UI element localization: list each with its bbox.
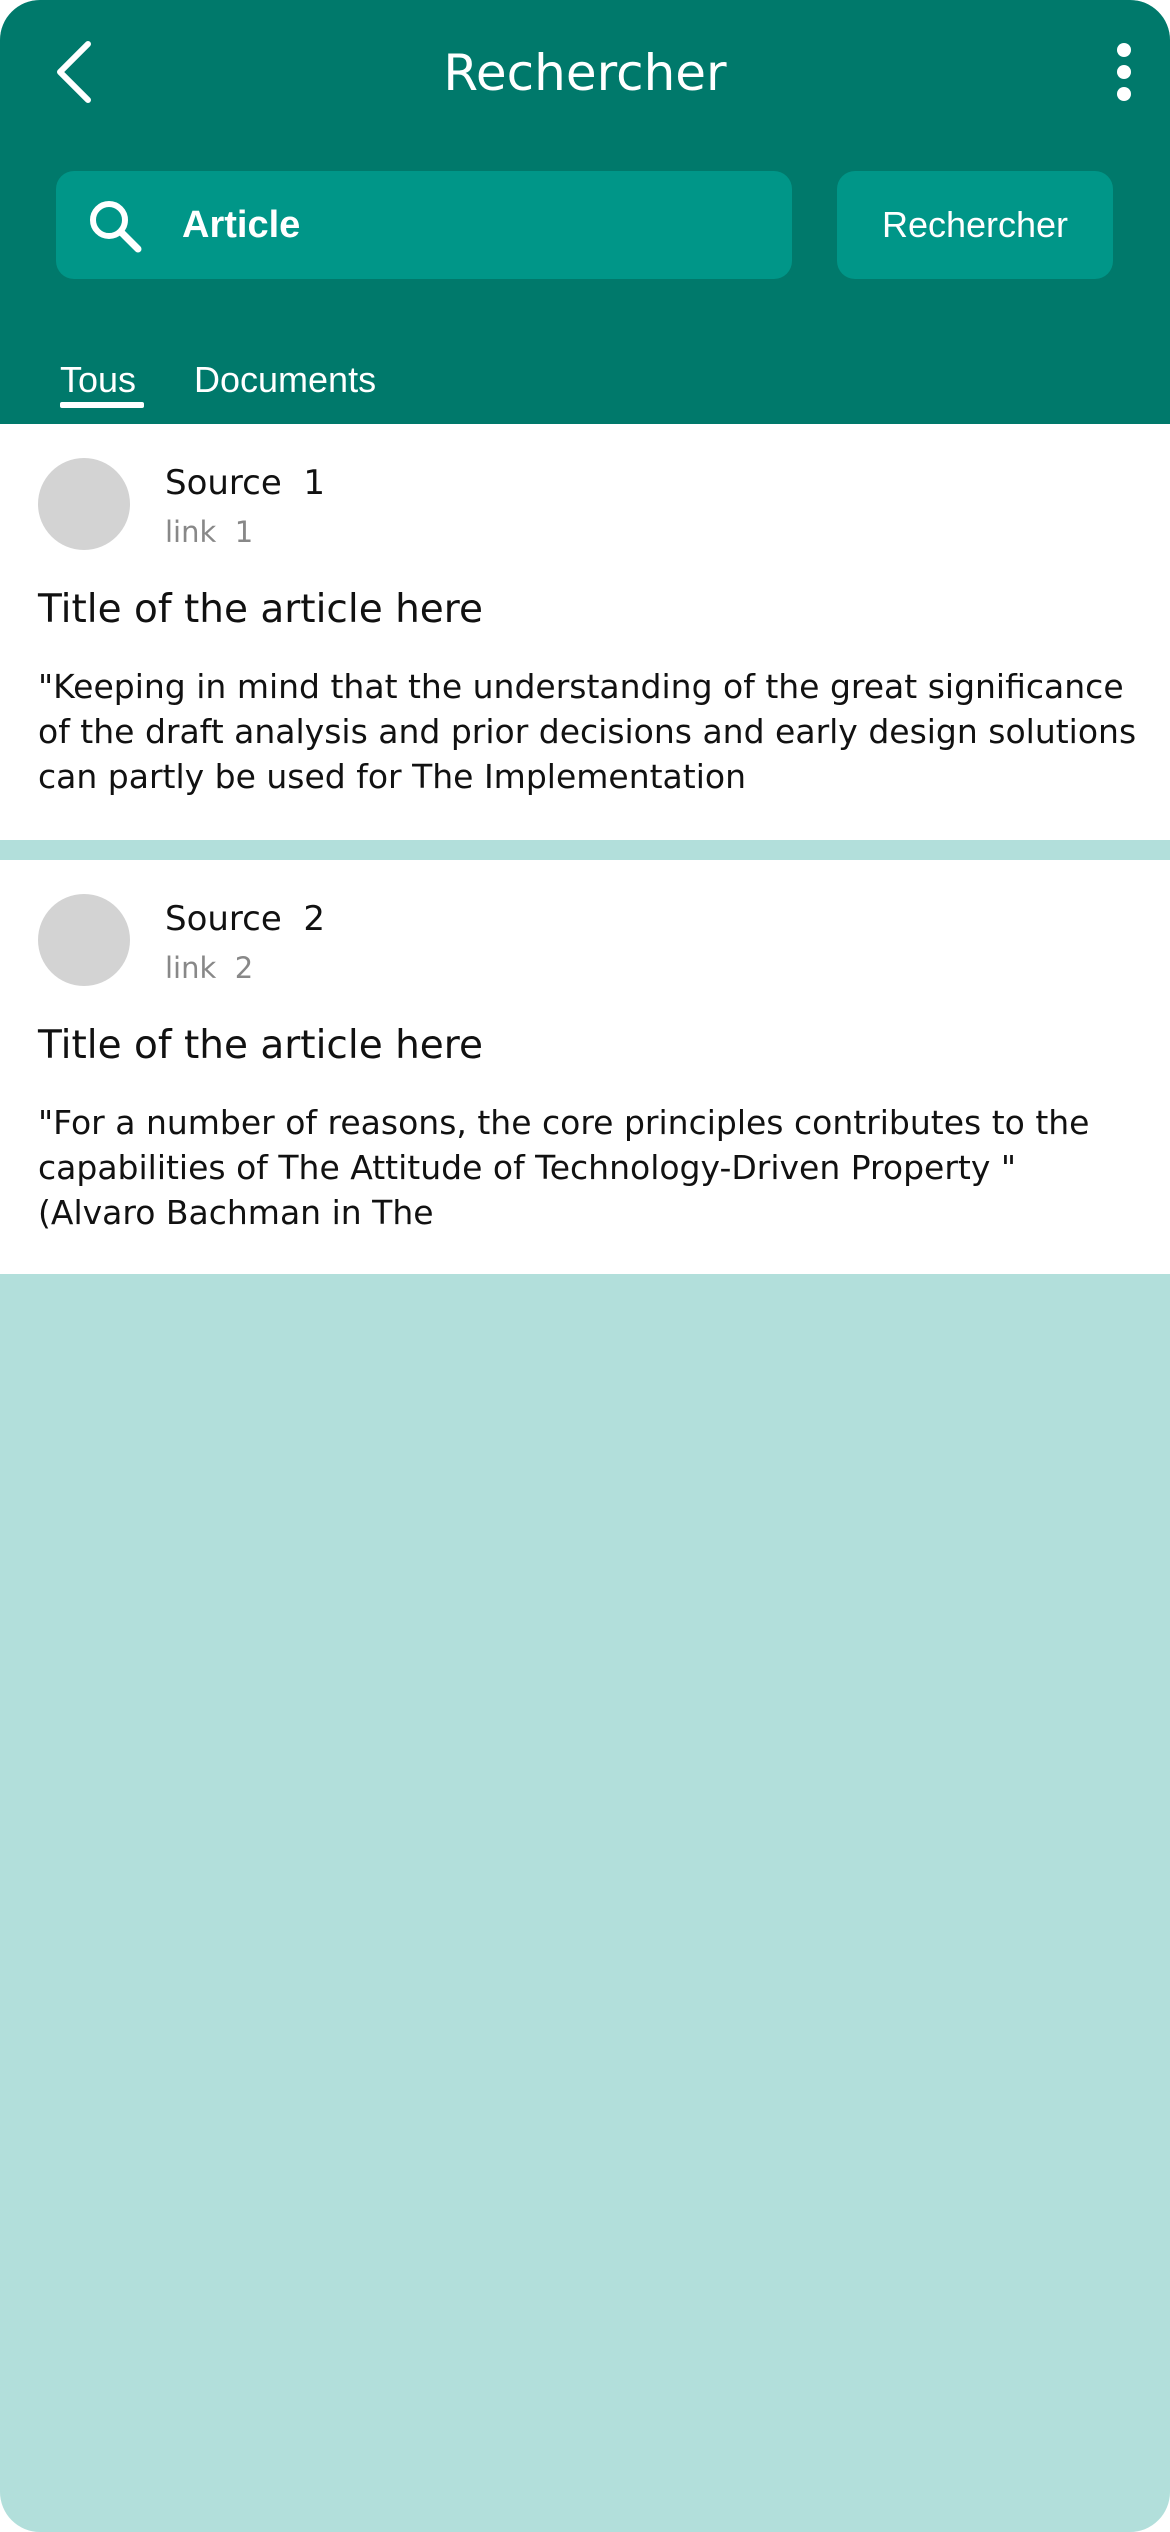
search-button[interactable]: Rechercher [837,171,1113,279]
tab-all[interactable]: Tous [60,350,136,410]
search-input[interactable] [182,171,762,279]
article-excerpt: "Keeping in mind that the understanding … [38,667,1137,796]
app-header: Rechercher Rechercher Tous Documents [0,0,1170,424]
article-excerpt: "For a number of reasons, the core princ… [38,1103,1090,1232]
source-link[interactable]: link 2 [165,948,253,988]
search-field[interactable] [56,171,792,279]
more-vertical-icon [1117,43,1131,101]
more-options-button[interactable] [1092,32,1156,112]
article-title[interactable]: Title of the article here [38,584,483,636]
source-link[interactable]: link 1 [165,512,253,552]
result-card[interactable]: Source 1 link 1 Title of the article her… [0,424,1170,840]
result-card[interactable]: Source 2 link 2 Title of the article her… [0,860,1170,1274]
tab-documents[interactable]: Documents [194,350,376,410]
tab-bar: Tous Documents [0,350,1170,424]
article-title[interactable]: Title of the article here [38,1020,483,1072]
page-title: Rechercher [443,44,727,102]
source-avatar [38,894,130,986]
source-name: Source 2 [165,899,326,939]
source-name: Source 1 [165,463,326,503]
active-tab-indicator [60,402,144,408]
search-screen: Rechercher Rechercher Tous Documents So [0,0,1170,2532]
source-avatar [38,458,130,550]
search-icon [90,201,142,253]
